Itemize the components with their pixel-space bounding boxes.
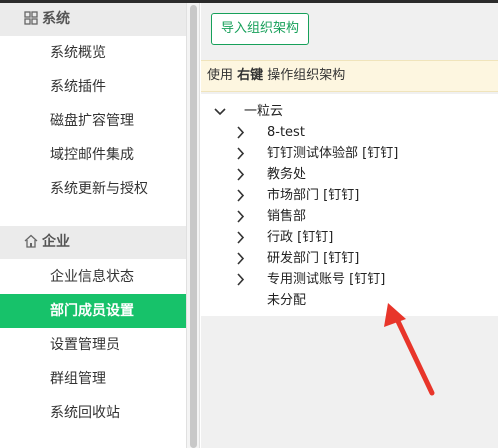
tree-node-label: 研发部门 [钉钉] (267, 251, 360, 266)
sidebar-item-system-overview[interactable]: 系统概览 (0, 36, 186, 70)
sidebar-item-department-members[interactable]: 部门成员设置 (0, 294, 186, 328)
sidebar-item-disk-expansion[interactable]: 磁盘扩容管理 (0, 104, 186, 138)
org-tree: 一粒云 8-test 钉钉测试体验部 [钉钉] 教务处 市场部门 [钉钉] 销售… (201, 94, 498, 316)
tree-node-label: 8-test (267, 125, 305, 140)
tip-suffix: 操作组织架构 (263, 68, 346, 83)
sidebar-section-enterprise[interactable]: 企业 (0, 226, 186, 259)
tree-node-label: 市场部门 [钉钉] (267, 188, 360, 203)
chevron-right-icon[interactable] (234, 185, 248, 206)
sidebar-item-recycle-bin[interactable]: 系统回收站 (0, 396, 186, 430)
tree-node-label: 钉钉测试体验部 [钉钉] (267, 146, 399, 161)
chevron-right-icon[interactable] (234, 248, 248, 269)
tree-node-label: 行政 [钉钉] (267, 230, 334, 245)
sidebar-item-system-update[interactable]: 系统更新与授权 (0, 172, 186, 206)
tree-node-label: 销售部 (267, 209, 307, 224)
chevron-down-icon[interactable] (213, 101, 227, 122)
scrollbar-thumb[interactable] (190, 5, 197, 448)
grid-icon (24, 11, 38, 25)
tree-node-label: 教务处 (267, 167, 307, 182)
sidebar-scrollbar[interactable] (186, 3, 200, 448)
annotation-arrow-icon (384, 303, 435, 396)
chevron-right-icon[interactable] (234, 122, 248, 143)
sidebar: 系统 系统概览 系统插件 磁盘扩容管理 域控邮件集成 系统更新与授权 企业 企业… (0, 3, 186, 448)
tip-banner: 使用 右键 操作组织架构 (201, 60, 498, 92)
sidebar-item-admin-settings[interactable]: 设置管理员 (0, 328, 186, 362)
tree-node[interactable]: 市场部门 [钉钉] (201, 185, 498, 206)
sidebar-section-label: 系统 (42, 11, 70, 27)
sidebar-item-group-management[interactable]: 群组管理 (0, 362, 186, 396)
tree-node[interactable]: 教务处 (201, 164, 498, 185)
tree-node[interactable]: 专用测试账号 [钉钉] (201, 269, 498, 290)
tree-root-label: 一粒云 (244, 104, 284, 119)
chevron-right-icon[interactable] (234, 206, 248, 227)
chevron-right-icon[interactable] (234, 164, 248, 185)
chevron-right-icon[interactable] (234, 269, 248, 290)
tree-root[interactable]: 一粒云 (201, 101, 498, 122)
tip-prefix: 使用 (207, 68, 238, 83)
tree-node[interactable]: 行政 [钉钉] (201, 227, 498, 248)
sidebar-section-system[interactable]: 系统 (0, 3, 186, 36)
sidebar-item-enterprise-info[interactable]: 企业信息状态 (0, 260, 186, 294)
tree-node[interactable]: 销售部 (201, 206, 498, 227)
sidebar-item-system-plugins[interactable]: 系统插件 (0, 70, 186, 104)
tree-node-label: 未分配 (267, 293, 307, 308)
tree-node[interactable]: 研发部门 [钉钉] (201, 248, 498, 269)
sidebar-section-label: 企业 (42, 234, 70, 250)
tree-node[interactable]: 8-test (201, 122, 498, 143)
import-org-button[interactable]: 导入组织架构 (211, 13, 309, 45)
tree-node[interactable]: 未分配 (201, 290, 498, 311)
chevron-right-icon[interactable] (234, 227, 248, 248)
sidebar-item-domain-mail[interactable]: 域控邮件集成 (0, 138, 186, 172)
tree-node[interactable]: 钉钉测试体验部 [钉钉] (201, 143, 498, 164)
home-icon (24, 234, 38, 248)
main-panel: 导入组织架构 使用 右键 操作组织架构 一粒云 8-test 钉钉测试体验部 [… (201, 3, 498, 448)
tree-node-label: 专用测试账号 [钉钉] (267, 272, 386, 287)
tip-key: 右键 (237, 68, 264, 83)
chevron-right-icon[interactable] (234, 143, 248, 164)
